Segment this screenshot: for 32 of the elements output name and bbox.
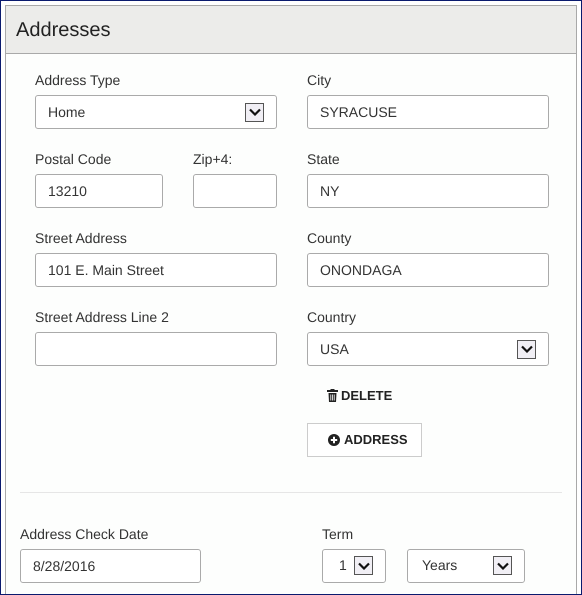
text-field[interactable] <box>193 174 277 208</box>
dropdown-chevron-icon <box>245 102 264 122</box>
delete-button[interactable]: DELETE <box>327 386 392 406</box>
field-label: County <box>307 230 352 246</box>
select-field[interactable]: USA <box>307 332 549 366</box>
dropdown-chevron-icon <box>493 556 512 575</box>
text-field[interactable]: NY <box>307 174 549 208</box>
field-label: Postal Code <box>35 151 112 167</box>
select-field[interactable]: 1 <box>322 548 386 582</box>
field-label: Address Check Date <box>20 526 150 542</box>
field-label: Zip+4: <box>193 151 234 167</box>
field-label: Country <box>307 309 358 325</box>
text-field[interactable]: 8/28/2016 <box>20 548 201 582</box>
dropdown-chevron-icon <box>517 340 536 358</box>
field-label: Term <box>322 526 354 542</box>
text-field[interactable]: SYRACUSE <box>307 95 549 129</box>
text-field[interactable]: ONONDAGA <box>307 253 549 287</box>
field-label: Address Type <box>35 72 122 88</box>
field-label: State <box>307 151 341 167</box>
add-address-button[interactable]: ADDRESS <box>307 422 422 456</box>
text-field[interactable]: 13210 <box>35 174 163 208</box>
field-label: City <box>307 72 332 88</box>
select-field[interactable]: Home <box>35 95 277 129</box>
trash-icon <box>327 389 338 402</box>
plus-circle-icon <box>328 434 340 446</box>
select-field[interactable]: Years <box>407 548 525 582</box>
section-title: Addresses <box>16 18 110 42</box>
field-label: Street Address <box>35 230 128 246</box>
text-field[interactable] <box>35 332 277 366</box>
text-field[interactable]: 101 E. Main Street <box>35 253 277 287</box>
dropdown-chevron-icon <box>354 556 373 575</box>
field-label: Street Address Line 2 <box>35 309 170 325</box>
